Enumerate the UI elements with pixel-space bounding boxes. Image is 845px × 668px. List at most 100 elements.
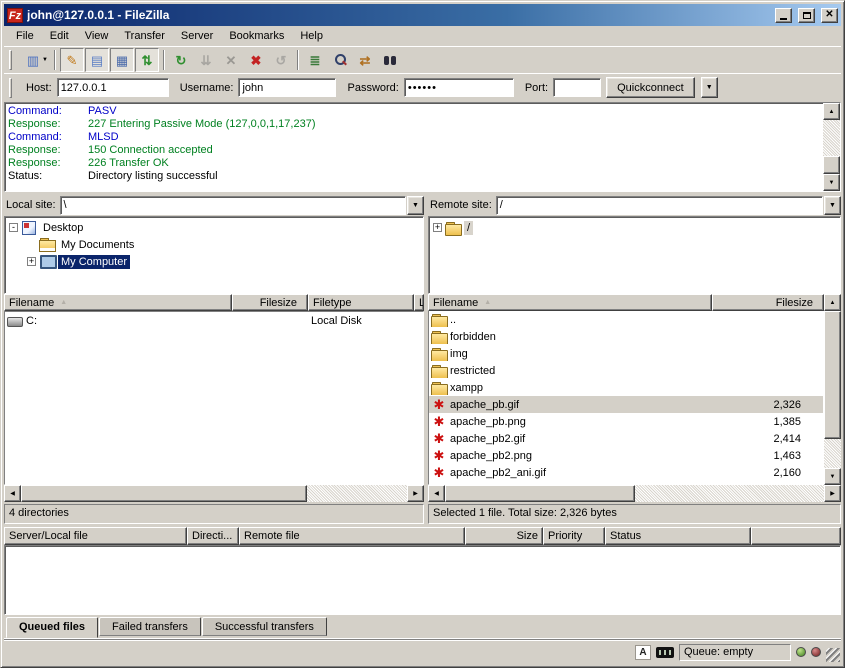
toolbar-button[interactable] <box>378 48 402 72</box>
maximize-button[interactable] <box>798 8 815 23</box>
toolbar-button[interactable] <box>269 48 293 72</box>
tree-expander[interactable]: + <box>433 223 442 232</box>
local-site-value[interactable]: \ <box>60 196 406 215</box>
tree-item[interactable]: - Desktop <box>5 219 423 236</box>
menu-item[interactable]: File <box>8 28 42 44</box>
scroll-thumb[interactable] <box>823 156 840 174</box>
tree-item-label[interactable]: / <box>464 221 473 235</box>
column-header[interactable]: Filename <box>4 294 232 311</box>
file-row[interactable]: apache_pb2.gif 2,414 <box>429 430 823 447</box>
scroll-down-button[interactable]: ▼ <box>824 468 841 485</box>
remote-vertical-scrollbar[interactable]: ▲ ▼ <box>824 294 841 485</box>
file-row[interactable]: C: Local Disk <box>5 312 423 329</box>
scroll-track[interactable] <box>824 439 841 468</box>
queue-column-header[interactable]: Priority <box>543 527 605 545</box>
local-site-dropdown-button[interactable]: ▼ <box>407 196 424 215</box>
tree-item[interactable]: My Documents <box>5 236 423 253</box>
toolbar-button[interactable] <box>60 48 84 72</box>
tree-expander[interactable] <box>27 240 36 249</box>
file-row[interactable]: xampp <box>429 379 823 396</box>
queue-tab[interactable]: Queued files <box>6 617 98 638</box>
toolbar-button[interactable] <box>169 48 193 72</box>
username-input[interactable] <box>238 78 336 97</box>
file-row[interactable]: img <box>429 345 823 362</box>
scroll-thumb[interactable] <box>445 485 635 502</box>
quickconnect-button[interactable]: Quickconnect <box>606 77 695 98</box>
queue-column-header[interactable]: Server/Local file <box>4 527 187 545</box>
toolbar-button[interactable] <box>297 50 299 70</box>
column-header[interactable]: Filesize <box>232 294 308 311</box>
resize-grip[interactable] <box>826 648 840 662</box>
toolbar-button[interactable] <box>328 48 352 72</box>
scroll-down-button[interactable]: ▼ <box>823 174 840 191</box>
remote-horizontal-scrollbar[interactable]: ◀ ▶ <box>428 485 841 502</box>
queue-tab[interactable]: Successful transfers <box>202 617 327 636</box>
menu-item[interactable]: Help <box>292 28 331 44</box>
tree-expander[interactable]: + <box>27 257 36 266</box>
scroll-right-button[interactable]: ▶ <box>407 485 424 502</box>
queue-column-header[interactable]: Size <box>465 527 543 545</box>
scroll-thumb[interactable] <box>824 311 841 439</box>
tree-item-label[interactable]: My Documents <box>58 238 137 252</box>
scroll-track[interactable] <box>823 120 840 156</box>
toolbar-button[interactable] <box>303 48 327 72</box>
toolbar-button[interactable] <box>85 48 109 72</box>
port-input[interactable] <box>553 78 601 97</box>
scroll-track[interactable] <box>307 485 407 502</box>
file-row[interactable]: .. <box>429 311 823 328</box>
file-row[interactable]: restricted <box>429 362 823 379</box>
toolbar-button[interactable] <box>16 48 50 72</box>
column-header[interactable]: Filetype <box>308 294 414 311</box>
toolbar-button[interactable] <box>110 48 134 72</box>
tree-item-label[interactable]: My Computer <box>58 255 130 269</box>
host-input[interactable] <box>57 78 169 97</box>
toolbar-button[interactable] <box>163 50 165 70</box>
menu-item[interactable]: View <box>77 28 117 44</box>
column-header[interactable]: L <box>414 294 424 311</box>
minimize-button[interactable] <box>775 8 792 23</box>
file-row[interactable]: apache_pb2.png 1,463 <box>429 447 823 464</box>
tree-item[interactable]: + / <box>429 219 840 236</box>
menu-item[interactable]: Transfer <box>116 28 173 44</box>
local-horizontal-scrollbar[interactable]: ◀ ▶ <box>4 485 424 502</box>
column-header[interactable]: Filename <box>428 294 712 311</box>
queue-tab[interactable]: Failed transfers <box>99 617 201 636</box>
toolbar-button[interactable] <box>135 48 159 72</box>
queue-column-header[interactable] <box>751 527 841 545</box>
close-button[interactable]: ✕ <box>821 8 838 23</box>
scroll-track[interactable] <box>635 485 824 502</box>
toolbar-button[interactable] <box>54 50 56 70</box>
file-row[interactable]: forbidden <box>429 328 823 345</box>
remote-site-dropdown-button[interactable]: ▼ <box>824 196 841 215</box>
tree-expander[interactable]: - <box>9 223 18 232</box>
scroll-right-button[interactable]: ▶ <box>824 485 841 502</box>
password-input[interactable] <box>404 78 514 97</box>
file-row[interactable]: apache_pb2_ani.gif 2,160 <box>429 464 823 481</box>
log-scrollbar[interactable]: ▲ ▼ <box>823 103 840 191</box>
scroll-left-button[interactable]: ◀ <box>428 485 445 502</box>
quickconnect-dropdown-button[interactable]: ▼ <box>701 77 718 98</box>
queue-body[interactable] <box>4 545 841 615</box>
toolbar-button[interactable] <box>244 48 268 72</box>
toolbar-button[interactable] <box>219 48 243 72</box>
scroll-thumb[interactable] <box>21 485 307 502</box>
queue-column-header[interactable]: Status <box>605 527 751 545</box>
queue-column-header[interactable]: Directi... <box>187 527 239 545</box>
status-indicator-badge-icon[interactable] <box>656 647 674 658</box>
column-header[interactable]: Filesize <box>712 294 824 311</box>
menu-item[interactable]: Edit <box>42 28 77 44</box>
scroll-up-button[interactable]: ▲ <box>824 294 841 311</box>
scroll-up-button[interactable]: ▲ <box>823 103 840 120</box>
toolbar-button[interactable] <box>194 48 218 72</box>
transfer-type-indicator-icon[interactable]: A <box>635 645 651 660</box>
tree-item-label[interactable]: Desktop <box>40 221 86 235</box>
menu-item[interactable]: Bookmarks <box>221 28 292 44</box>
scroll-left-button[interactable]: ◀ <box>4 485 21 502</box>
menu-item[interactable]: Server <box>173 28 221 44</box>
remote-site-combo[interactable]: / ▼ <box>496 196 841 215</box>
tree-item[interactable]: + My Computer <box>5 253 423 270</box>
queue-column-header[interactable]: Remote file <box>239 527 465 545</box>
file-row[interactable]: apache_pb.png 1,385 <box>429 413 823 430</box>
remote-site-value[interactable]: / <box>496 196 823 215</box>
toolbar-button[interactable] <box>353 48 377 72</box>
